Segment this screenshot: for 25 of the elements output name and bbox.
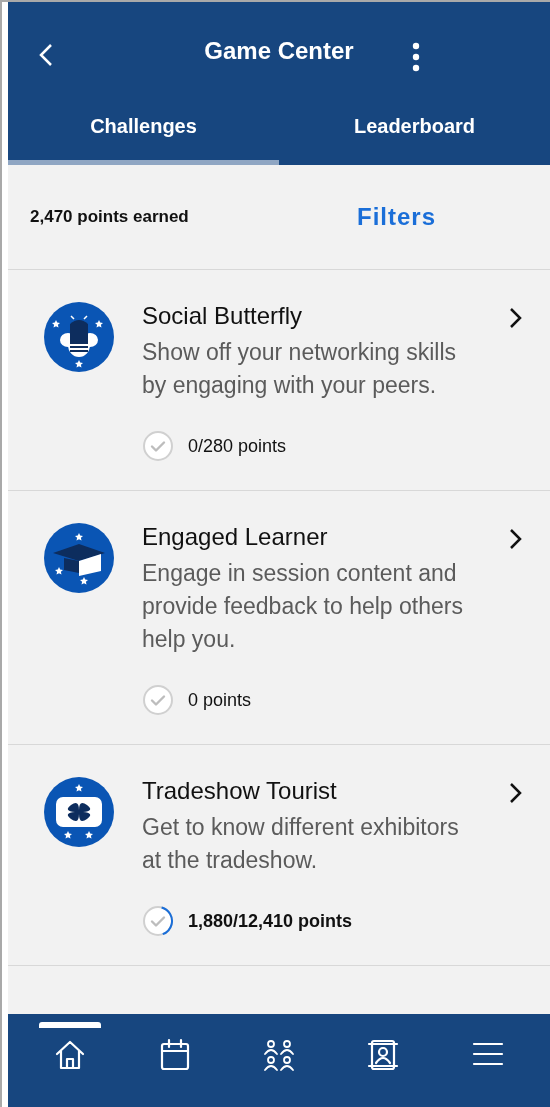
challenge-points: 1,880/12,410 points [188,910,353,932]
more-icon [412,42,420,72]
calendar-icon [158,1038,191,1072]
chevron-right-icon [508,781,524,805]
points-earned: 2,470 points earned [30,207,190,227]
badge-icon [44,777,114,847]
challenge-title: Tradeshow Tourist [142,777,338,805]
challenge-card[interactable]: Tradeshow Tourist Get to know different exhibitors at the tradeshow. 1,880/12,410 points [8,745,550,966]
page-title: Game Center [204,37,354,65]
chevron-right-icon [508,527,524,551]
challenge-description: Engage in session content and provide feedback to help others help you. [142,559,464,654]
challenge-points: 0/280 points [188,435,287,457]
challenge-description: Get to know different exhibitors at the tradeshow. [142,813,460,875]
challenge-card[interactable]: Social Butterfly Show off your networking skills by engaging with your peers. 0/280 points [8,270,550,491]
challenge-title: Engaged Learner [142,523,329,551]
badge-icon [44,302,114,372]
chevron-right-icon [508,306,524,330]
people-icon [261,1038,296,1072]
contact-card-icon [366,1038,401,1072]
challenge-card[interactable]: Engaged Learner Engage in session content and provide feedback to help others help you. 0 points [8,491,550,745]
challenge-description: Show off your networking skills by engaging with your peers. [142,338,458,400]
challenge-points: 0 points [188,689,252,711]
badge-icon [44,523,114,593]
filters-button[interactable]: Filters [357,203,437,231]
challenge-title: Social Butterfly [142,302,304,330]
